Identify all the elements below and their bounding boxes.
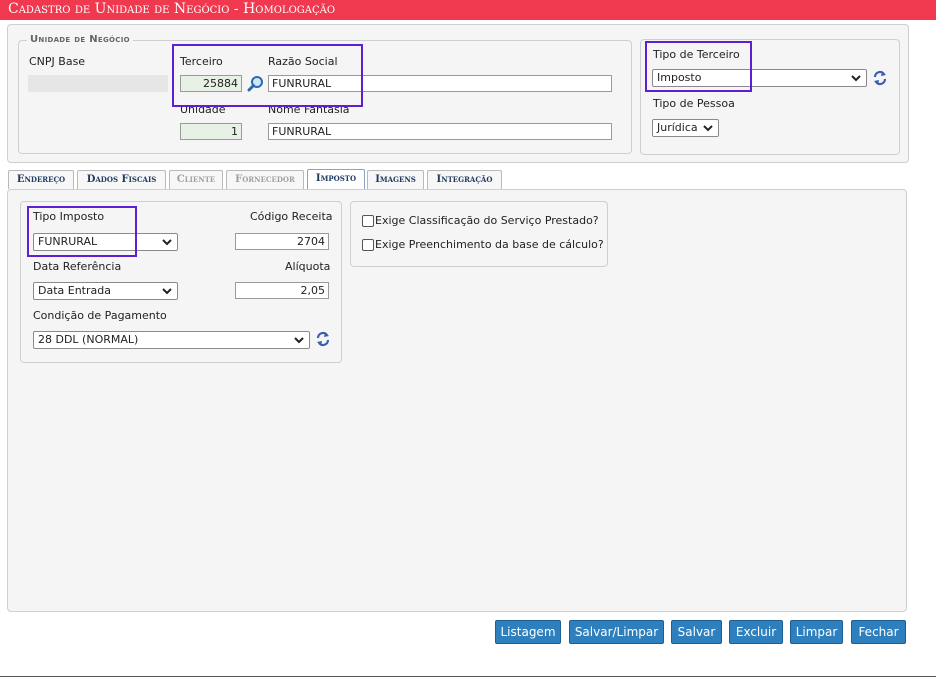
chevron-down-icon	[162, 239, 172, 246]
tab-integracao[interactable]: Integração	[427, 170, 502, 189]
fechar-button[interactable]: Fechar	[851, 620, 906, 644]
tab-endereco[interactable]: Endereço	[8, 170, 74, 189]
aliquota-label: Alíquota	[285, 260, 331, 273]
codigo-receita-label: Código Receita	[250, 210, 333, 223]
bottom-divider	[0, 676, 936, 677]
cnpj-label: CNPJ Base	[29, 55, 86, 68]
tipo-imposto-highlight	[27, 206, 137, 257]
terceiro-highlight	[172, 44, 363, 107]
title-bar: Cadastro de Unidade de Negócio - Homolog…	[0, 0, 936, 20]
condicao-pagamento-select[interactable]: 28 DDL (NORMAL)	[33, 331, 310, 349]
cnpj-field[interactable]	[28, 75, 168, 92]
exige-classificacao-label: Exige Classificação do Serviço Prestado?	[375, 214, 599, 227]
tab-cliente[interactable]: Cliente	[169, 170, 223, 189]
condicao-pagamento-label: Condição de Pagamento	[33, 309, 167, 322]
data-referencia-value: Data Entrada	[38, 284, 111, 297]
salvar-button[interactable]: Salvar	[671, 620, 722, 644]
nome-fantasia-field[interactable]: FUNRURAL	[268, 123, 612, 140]
exige-classificacao-checkbox[interactable]	[362, 215, 374, 227]
condicao-pagamento-value: 28 DDL (NORMAL)	[38, 333, 139, 346]
tipo-pessoa-select[interactable]: Jurídica	[652, 119, 719, 137]
chevron-down-icon	[851, 75, 861, 82]
tipo-pessoa-label: Tipo de Pessoa	[653, 97, 735, 110]
tab-dados-fiscais[interactable]: Dados Fiscais	[77, 170, 166, 189]
limpar-button[interactable]: Limpar	[790, 620, 843, 644]
exige-preenchimento-label: Exige Preenchimento da base de cálculo?	[375, 238, 604, 251]
exige-preenchimento-checkbox[interactable]	[362, 239, 374, 251]
salvar-limpar-button[interactable]: Salvar/Limpar	[569, 620, 664, 644]
chevron-down-icon	[162, 288, 172, 295]
tipo-terceiro-highlight	[645, 41, 752, 92]
unidade-negocio-legend: Unidade de Negócio	[27, 34, 133, 45]
data-referencia-label: Data Referência	[33, 260, 122, 273]
refresh-icon[interactable]	[315, 331, 331, 347]
page-title: Cadastro de Unidade de Negócio - Homolog…	[8, 1, 336, 17]
codigo-receita-field[interactable]: 2704	[235, 233, 329, 250]
tipo-pessoa-value: Jurídica	[657, 121, 698, 134]
chevron-down-icon	[703, 125, 713, 132]
tab-imposto[interactable]: Imposto	[307, 169, 365, 189]
refresh-icon[interactable]	[872, 70, 888, 86]
data-referencia-select[interactable]: Data Entrada	[33, 282, 178, 300]
unidade-field[interactable]: 1	[180, 123, 242, 140]
tab-imagens[interactable]: Imagens	[367, 170, 424, 189]
aliquota-field[interactable]: 2,05	[235, 282, 329, 299]
excluir-button[interactable]: Excluir	[729, 620, 783, 644]
chevron-down-icon	[294, 337, 304, 344]
tab-fornecedor[interactable]: Fornecedor	[226, 170, 304, 189]
exige-panel	[350, 201, 608, 267]
listagem-button[interactable]: Listagem	[495, 620, 561, 644]
